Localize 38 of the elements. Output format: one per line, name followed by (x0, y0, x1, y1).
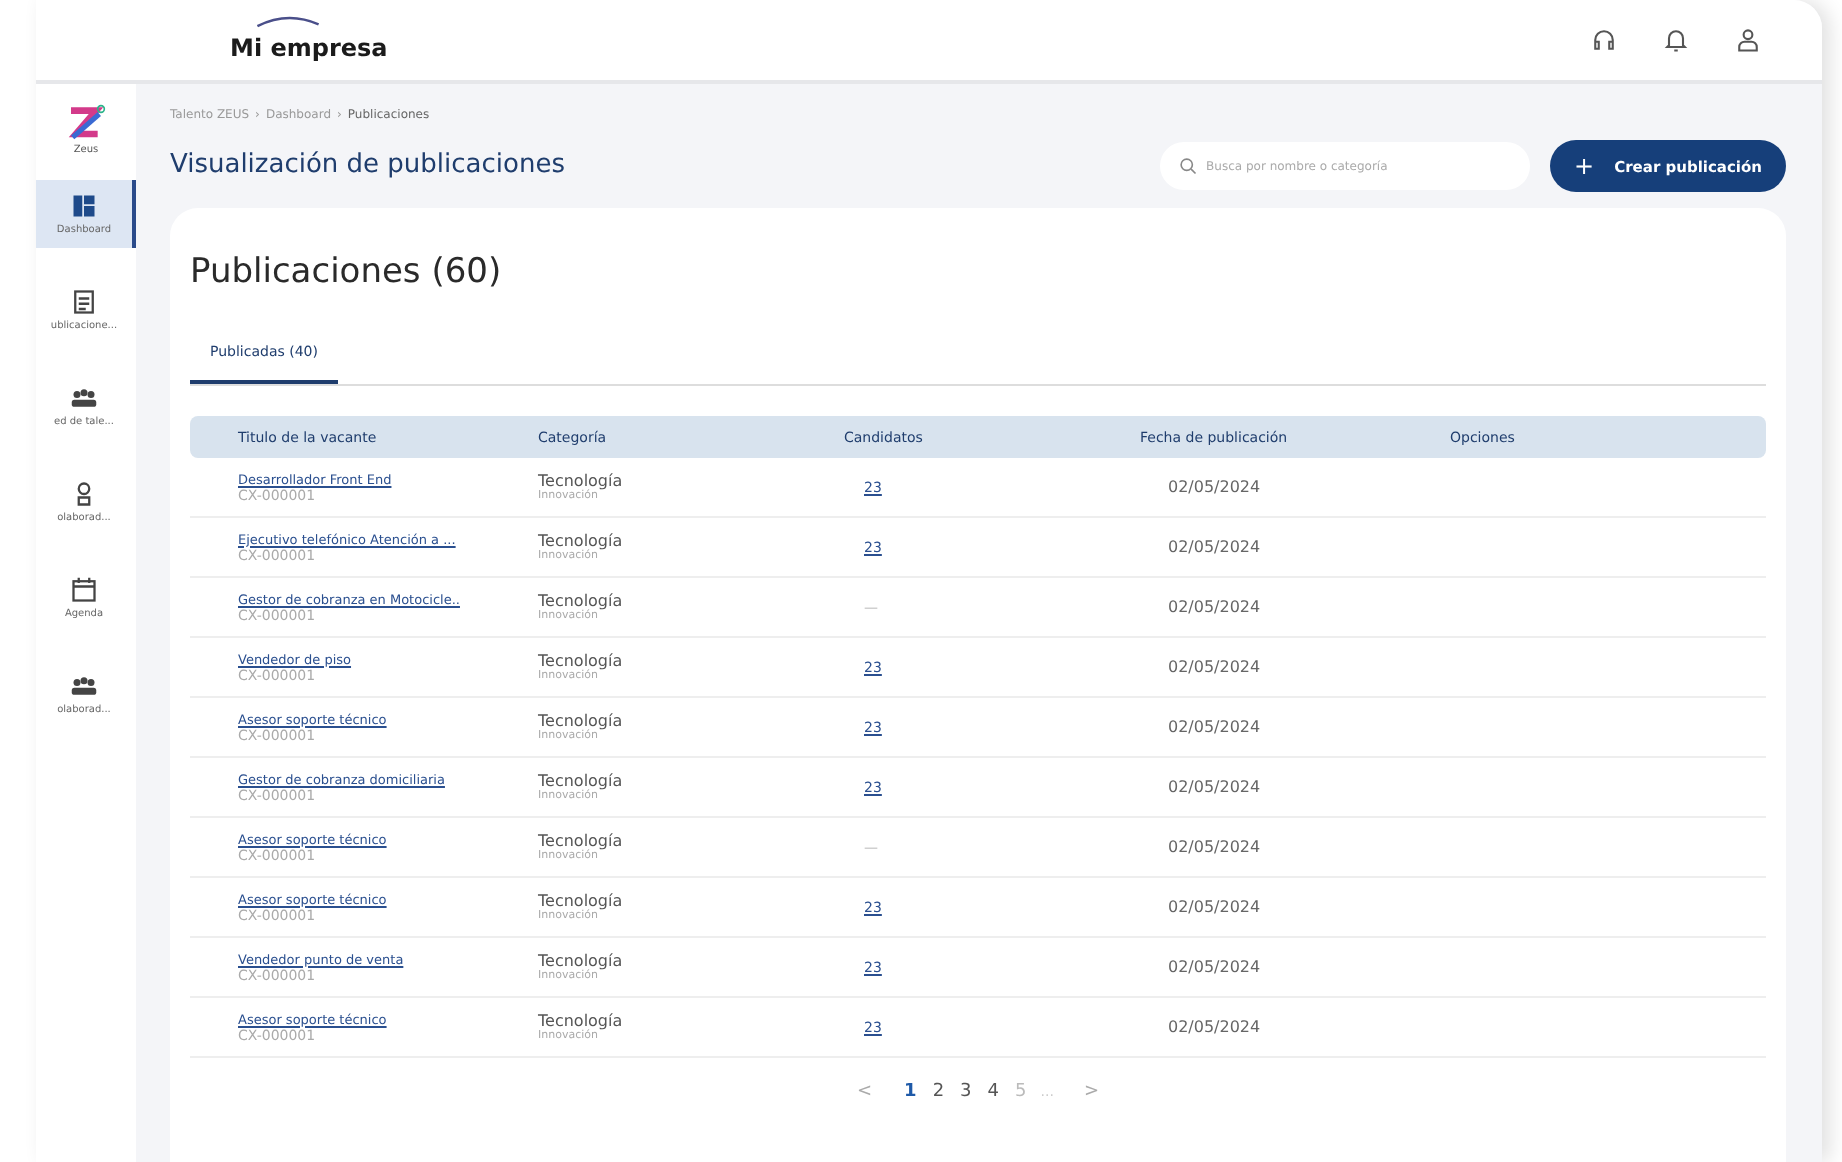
category-text: Tecnología (538, 712, 625, 730)
document-icon (70, 288, 98, 316)
page-button[interactable]: 2 (930, 1082, 947, 1102)
date-text: 02/05/2024 (1168, 838, 1263, 856)
page-button[interactable]: 3 (958, 1082, 974, 1102)
page-button[interactable]: 4 (985, 1082, 1002, 1102)
date-text: 02/05/2024 (1168, 538, 1263, 556)
swoosh-icon (254, 13, 322, 27)
category-text: Tecnología (538, 592, 625, 610)
category-text: Tecnología (538, 832, 625, 850)
group-icon (70, 672, 98, 700)
search-icon (1178, 156, 1199, 176)
date-text: 02/05/2024 (1168, 1018, 1263, 1036)
date-text: 02/05/2024 (1168, 958, 1263, 976)
grid-icon (70, 192, 98, 220)
calendar-icon (70, 576, 98, 604)
category-text: Tecnología (538, 1012, 625, 1030)
user-icon[interactable] (1734, 26, 1762, 54)
category-text: Tecnología (538, 952, 625, 970)
category-text: Tecnología (538, 652, 625, 670)
category-text: Tecnología (538, 772, 625, 790)
group-icon (70, 384, 98, 412)
date-text: 02/05/2024 (1168, 478, 1263, 496)
date-text: 02/05/2024 (1168, 658, 1263, 676)
page-title: Visualización de publicaciones (170, 150, 565, 180)
card-title: Publicaciones (60) (190, 252, 504, 292)
date-text: 02/05/2024 (1168, 898, 1263, 916)
category-text: Tecnología (538, 532, 625, 550)
headset-icon[interactable] (1590, 26, 1618, 54)
date-text: 02/05/2024 (1168, 598, 1263, 616)
brand-name: Mi empresa (230, 33, 388, 61)
logo-icon (66, 104, 106, 144)
category-text: Tecnología (538, 892, 625, 910)
category-text: Tecnología (538, 472, 625, 490)
bell-icon[interactable] (1662, 26, 1690, 54)
date-text: 02/05/2024 (1168, 778, 1263, 796)
date-text: 02/05/2024 (1168, 718, 1263, 736)
page-button[interactable]: 1 (902, 1082, 919, 1102)
